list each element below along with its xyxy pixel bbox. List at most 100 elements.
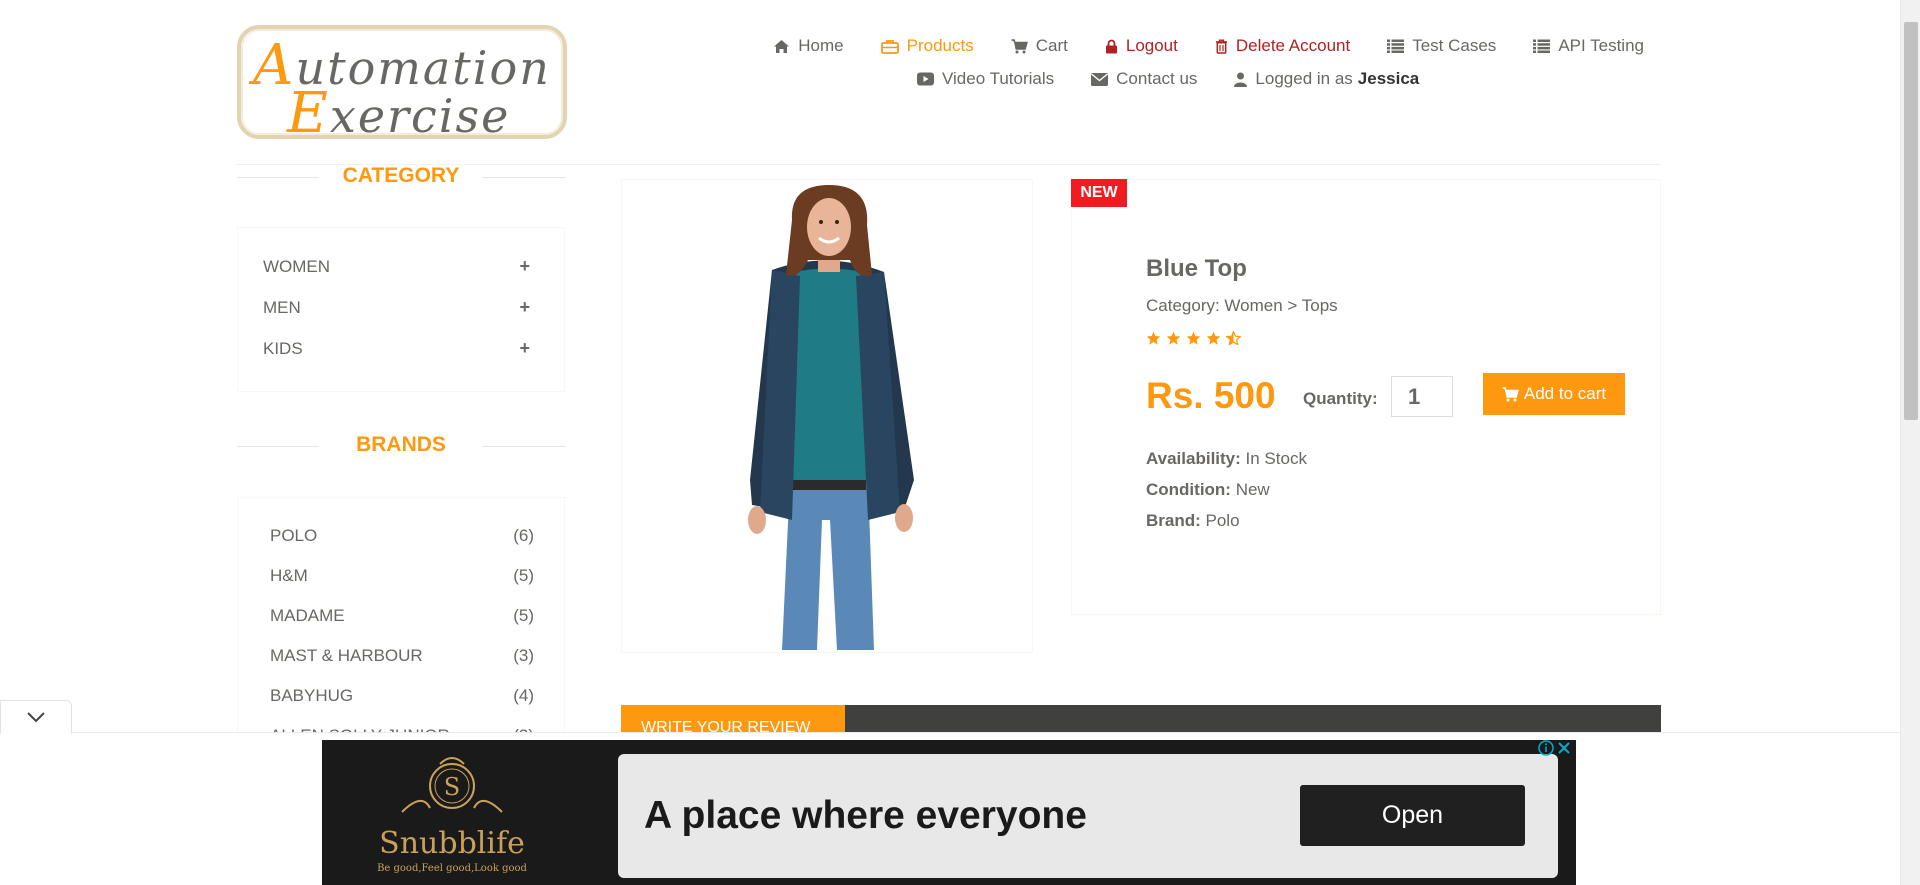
nav-cart-label: Cart (1035, 36, 1068, 55)
star-icon (1146, 331, 1161, 345)
info-icon[interactable] (1538, 740, 1554, 756)
category-label: WOMEN (263, 256, 331, 276)
plus-icon[interactable]: + (519, 338, 530, 359)
nav-row-1: Home Products Cart Logout Delete Account… (684, 36, 1644, 56)
availability-label: Availability: (1146, 449, 1241, 468)
category-panel: WOMEN + MEN + KIDS + (237, 227, 565, 392)
logged-in-label: Logged in as (1255, 69, 1353, 88)
availability-value: In Stock (1245, 449, 1307, 468)
brand-label: Brand: (1146, 511, 1201, 530)
plus-icon[interactable]: + (519, 256, 530, 277)
ad-brand-tagline: Be good,Feel good,Look good (377, 863, 527, 874)
logged-in-username: Jessica (1357, 69, 1420, 88)
category-heading: CATEGORY (237, 164, 565, 188)
brand-count: (5) (513, 566, 534, 585)
product-photo (748, 185, 914, 650)
nav-logout[interactable]: Logout (1105, 36, 1178, 56)
brand-count: (4) (513, 686, 534, 705)
brand: Brand: Polo (1146, 511, 1240, 531)
condition: Condition: New (1146, 480, 1270, 500)
nav-logout-label: Logout (1125, 36, 1178, 55)
brand-label: BABYHUG (270, 686, 354, 705)
new-badge: NEW (1071, 179, 1127, 207)
product-price: Rs. 500 (1146, 375, 1276, 416)
brand-label: MADAME (270, 606, 345, 625)
logo-cap-e: E (287, 81, 330, 146)
star-icon (1206, 331, 1221, 345)
star-icon (1186, 331, 1201, 345)
plus-icon[interactable]: + (519, 297, 530, 318)
main-nav: Home Products Cart Logout Delete Account… (684, 36, 1644, 89)
brand-count: (5) (513, 606, 534, 625)
nav-contact-label: Contact us (1116, 69, 1198, 88)
advertisement-banner[interactable]: S Snubblife Be good,Feel good,Look good … (322, 740, 1576, 885)
close-icon[interactable] (1557, 741, 1571, 755)
nav-test-cases[interactable]: Test Cases (1387, 36, 1496, 56)
user-icon (1234, 72, 1248, 87)
ad-headline: A place where everyone (644, 794, 1087, 837)
ad-collapse-button[interactable] (0, 700, 72, 733)
brand-value: Polo (1205, 511, 1240, 530)
add-to-cart-label: Add to cart (1523, 384, 1607, 403)
condition-value: New (1235, 480, 1270, 499)
condition-label: Condition: (1146, 480, 1231, 499)
brand-madame[interactable]: MADAME (5) (238, 596, 564, 636)
scrollbar-thumb[interactable] (1904, 22, 1918, 420)
nav-contact-us[interactable]: Contact us (1091, 69, 1197, 89)
site-logo[interactable]: Automation Exercise (237, 25, 567, 146)
lock-icon (1105, 39, 1117, 53)
brand-label: POLO (270, 526, 318, 545)
brands-panel: POLO (6) H&M (5) MADAME (5) MAST & HARBOUR (… (237, 497, 565, 737)
brand-polo[interactable]: POLO (6) (238, 516, 564, 556)
ad-choices[interactable] (1538, 740, 1571, 756)
nav-video-tutorials[interactable]: Video Tutorials (917, 69, 1054, 89)
category-label: KIDS (263, 338, 303, 358)
brand-babyhug[interactable]: BABYHUG (4) (238, 676, 564, 716)
list-icon (1533, 39, 1551, 53)
category-label: MEN (263, 297, 301, 317)
ad-brand-name: Snubblife (379, 826, 525, 861)
category-men[interactable]: MEN + (238, 287, 564, 328)
chevron-down-icon (27, 712, 45, 723)
availability: Availability: In Stock (1146, 449, 1307, 469)
nav-home[interactable]: Home (773, 36, 844, 56)
ad-crest-icon: S (401, 757, 503, 813)
nav-row-2: Video Tutorials Contact us Logged in as … (917, 69, 1644, 89)
category-kids[interactable]: KIDS + (238, 328, 564, 369)
nav-api-testing[interactable]: API Testing (1533, 36, 1644, 56)
home-icon (774, 39, 790, 53)
nav-home-label: Home (798, 36, 844, 55)
page-scrollbar[interactable] (1900, 0, 1920, 885)
cart-icon (1502, 386, 1519, 401)
logo-line-2: Exercise (287, 81, 510, 146)
list-icon (1387, 39, 1405, 53)
category-women[interactable]: WOMEN + (238, 246, 564, 287)
brand-hm[interactable]: H&M (5) (238, 556, 564, 596)
product-category: Category: Women > Tops (1146, 296, 1338, 315)
quantity-input[interactable] (1391, 376, 1453, 417)
star-icon (1166, 331, 1181, 345)
nav-delete-label: Delete Account (1235, 36, 1351, 55)
product-rating (1146, 331, 1241, 345)
brand-mast-harbour[interactable]: MAST & HARBOUR (3) (238, 636, 564, 676)
add-to-cart-button[interactable]: Add to cart (1483, 373, 1625, 415)
nav-products-label: Products (906, 36, 974, 55)
trash-icon (1215, 39, 1227, 54)
nav-cart[interactable]: Cart (1011, 36, 1068, 56)
nav-logged-in-user: Logged in as Jessica (1234, 69, 1419, 89)
ad-crest-letter: S (444, 773, 460, 801)
cart-icon (1011, 38, 1028, 53)
ad-card[interactable]: A place where everyone Open (618, 754, 1558, 878)
ad-open-button[interactable]: Open (1300, 785, 1525, 846)
briefcase-icon (880, 39, 899, 54)
product-name: Blue Top (1146, 255, 1247, 282)
youtube-icon (917, 72, 934, 86)
nav-delete-account[interactable]: Delete Account (1215, 36, 1350, 56)
brands-heading: BRANDS (237, 433, 565, 457)
nav-video-label: Video Tutorials (942, 69, 1055, 88)
star-half-icon (1226, 331, 1241, 345)
nav-products[interactable]: Products (880, 36, 974, 56)
envelope-icon (1091, 72, 1109, 86)
tab-write-review[interactable]: WRITE YOUR REVIEW (621, 705, 845, 733)
ad-brand-logo: S Snubblife Be good,Feel good,Look good (362, 752, 542, 885)
